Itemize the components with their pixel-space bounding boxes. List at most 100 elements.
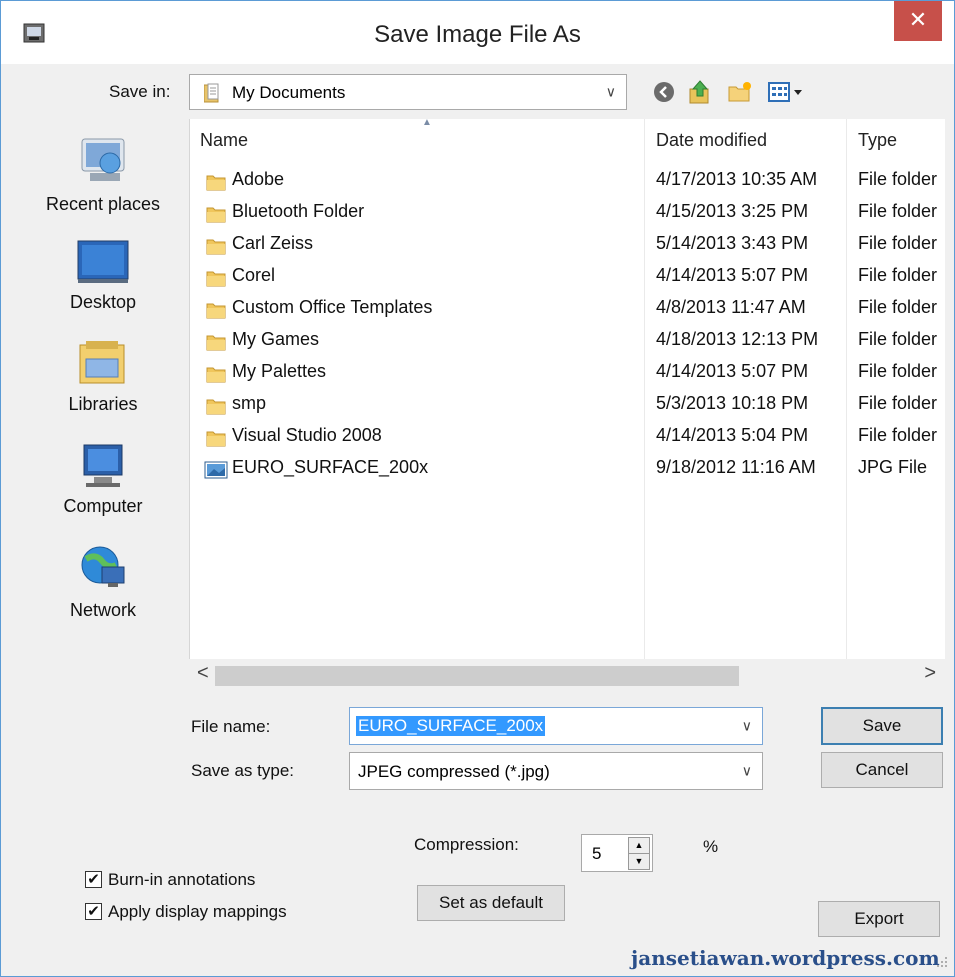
desktop-icon	[77, 240, 129, 283]
date-modified-cell: 9/18/2012 11:16 AM	[656, 457, 816, 477]
type-cell: File folder	[858, 393, 938, 413]
cancel-button[interactable]: Cancel	[821, 752, 943, 788]
horizontal-scrollbar[interactable]: < >	[189, 659, 944, 693]
save-dialog: Save Image File As ✕ Save in: My Documen…	[0, 0, 955, 977]
new-folder-icon[interactable]	[727, 81, 753, 103]
date-modified-cell: 4/8/2013 11:47 AM	[656, 297, 806, 317]
file-row[interactable]: My Palettes 4/14/2013 5:07 PM File folder	[190, 357, 945, 389]
place-network[interactable]: Network	[23, 539, 183, 621]
file-name-cell: Carl Zeiss	[232, 233, 314, 253]
date-modified-cell: 4/15/2013 3:25 PM	[656, 201, 809, 221]
libraries-icon	[79, 341, 125, 384]
folder-icon	[206, 335, 226, 351]
close-button[interactable]: ✕	[894, 1, 942, 41]
type-cell: File folder	[858, 425, 938, 445]
place-libraries[interactable]: Libraries	[23, 339, 183, 415]
watermark-text: jansetiawan.wordpress.com	[631, 946, 940, 970]
up-folder-icon[interactable]	[688, 79, 712, 105]
stepper-down-button[interactable]: ▼	[628, 853, 650, 870]
set-as-default-button[interactable]: Set as default	[417, 885, 565, 921]
save-button[interactable]: Save	[821, 707, 943, 745]
folder-icon	[206, 239, 226, 255]
window-title: Save Image File As	[374, 21, 581, 48]
column-header-name[interactable]: Name	[200, 130, 248, 151]
network-icon	[81, 546, 125, 587]
back-icon[interactable]	[653, 81, 675, 103]
apply-display-mappings-checkbox[interactable]: ✔	[85, 903, 102, 920]
file-name-cell: smp	[232, 393, 267, 413]
type-cell: File folder	[858, 297, 938, 317]
date-modified-cell: 4/14/2013 5:07 PM	[656, 265, 809, 285]
title-bar: Save Image File As ✕	[1, 1, 954, 64]
views-menu-icon[interactable]	[767, 81, 807, 103]
save-in-label: Save in:	[109, 82, 171, 101]
date-modified-cell: 5/3/2013 10:18 PM	[656, 393, 809, 413]
scroll-thumb[interactable]	[215, 666, 739, 686]
folder-icon	[206, 207, 226, 223]
file-list[interactable]: ▲ Name Date modified Type Adobe 4/17/2013…	[189, 117, 945, 659]
file-name-cell: Visual Studio 2008	[232, 425, 382, 445]
file-name-cell: Custom Office Templates	[232, 297, 433, 317]
scroll-left-button[interactable]: <	[197, 662, 209, 685]
compression-value: 5	[592, 844, 602, 863]
file-row[interactable]: Corel 4/14/2013 5:07 PM File folder	[190, 261, 945, 293]
file-row[interactable]: Bluetooth Folder 4/15/2013 3:25 PM File fo…	[190, 197, 945, 229]
place-recent-places[interactable]: Recent places	[23, 133, 183, 215]
computer-icon	[83, 444, 123, 487]
burn-in-annotations-checkbox[interactable]: ✔	[85, 871, 102, 888]
folder-icon	[206, 175, 226, 191]
file-name-cell: My Games	[232, 329, 320, 349]
apply-display-mappings-label[interactable]: Apply display mappings	[108, 902, 287, 922]
file-row[interactable]: Adobe 4/17/2013 10:35 AM File folder	[190, 165, 945, 197]
file-row[interactable]: EURO_SURFACE_200x 9/18/2012 11:16 AM JPG F…	[190, 453, 945, 485]
scroll-right-button[interactable]: >	[924, 662, 936, 685]
place-label: Network	[69, 600, 136, 620]
date-modified-cell: 4/18/2013 12:13 PM	[656, 329, 819, 349]
folder-icon	[206, 431, 226, 447]
type-cell: File folder	[858, 201, 938, 221]
export-button[interactable]: Export	[818, 901, 940, 937]
file-row[interactable]: My Games 4/18/2013 12:13 PM File folder	[190, 325, 945, 357]
file-row[interactable]: smp 5/3/2013 10:18 PM File folder	[190, 389, 945, 421]
places-bar: Recent places Desktop Libraries Computer…	[23, 119, 183, 649]
file-row[interactable]: Carl Zeiss 5/14/2013 3:43 PM File folder	[190, 229, 945, 261]
file-name-label: File name:	[191, 717, 271, 736]
recent-places-icon	[81, 138, 125, 181]
compression-stepper[interactable]: 5 ▲ ▼	[581, 834, 653, 872]
save-as-type-dropdown[interactable]: JPEG compressed (*.jpg) ∨	[349, 752, 763, 790]
resize-grip-icon[interactable]	[935, 955, 949, 969]
compression-label: Compression:	[414, 835, 519, 854]
column-header-type[interactable]: Type	[858, 130, 897, 151]
save-as-type-label: Save as type:	[191, 761, 295, 780]
type-cell: File folder	[858, 233, 938, 253]
file-name-value: EURO_SURFACE_200x	[356, 716, 546, 736]
place-label: Recent places	[45, 194, 161, 214]
file-row[interactable]: Custom Office Templates 4/8/2013 11:47 AM…	[190, 293, 945, 325]
file-name-cell: Corel	[232, 265, 276, 285]
date-modified-cell: 4/17/2013 10:35 AM	[656, 169, 818, 189]
chevron-down-icon[interactable]: ∨	[742, 718, 752, 735]
file-name-input[interactable]: EURO_SURFACE_200x ∨	[349, 707, 763, 745]
place-label: Desktop	[69, 292, 137, 312]
image-file-icon	[204, 461, 228, 479]
type-cell: File folder	[858, 361, 938, 381]
type-cell: File folder	[858, 329, 938, 349]
file-name-cell: My Palettes	[232, 361, 327, 381]
save-in-dropdown[interactable]: My Documents ∨	[189, 74, 627, 110]
documents-folder-icon	[204, 83, 219, 103]
file-name-cell: Bluetooth Folder	[232, 201, 365, 221]
file-name-cell: Adobe	[232, 169, 285, 189]
date-modified-cell: 5/14/2013 3:43 PM	[656, 233, 809, 253]
place-desktop[interactable]: Desktop	[23, 237, 183, 313]
place-label: Computer	[63, 496, 143, 516]
place-computer[interactable]: Computer	[23, 441, 183, 517]
file-row[interactable]: Visual Studio 2008 4/14/2013 5:04 PM File …	[190, 421, 945, 453]
column-header-date-modified[interactable]: Date modified	[656, 130, 767, 151]
burn-in-annotations-label[interactable]: Burn-in annotations	[108, 870, 255, 890]
type-cell: File folder	[858, 169, 938, 189]
date-modified-cell: 4/14/2013 5:04 PM	[656, 425, 809, 445]
date-modified-cell: 4/14/2013 5:07 PM	[656, 361, 809, 381]
stepper-up-button[interactable]: ▲	[628, 837, 650, 854]
folder-icon	[206, 303, 226, 319]
compression-unit: %	[703, 837, 719, 856]
